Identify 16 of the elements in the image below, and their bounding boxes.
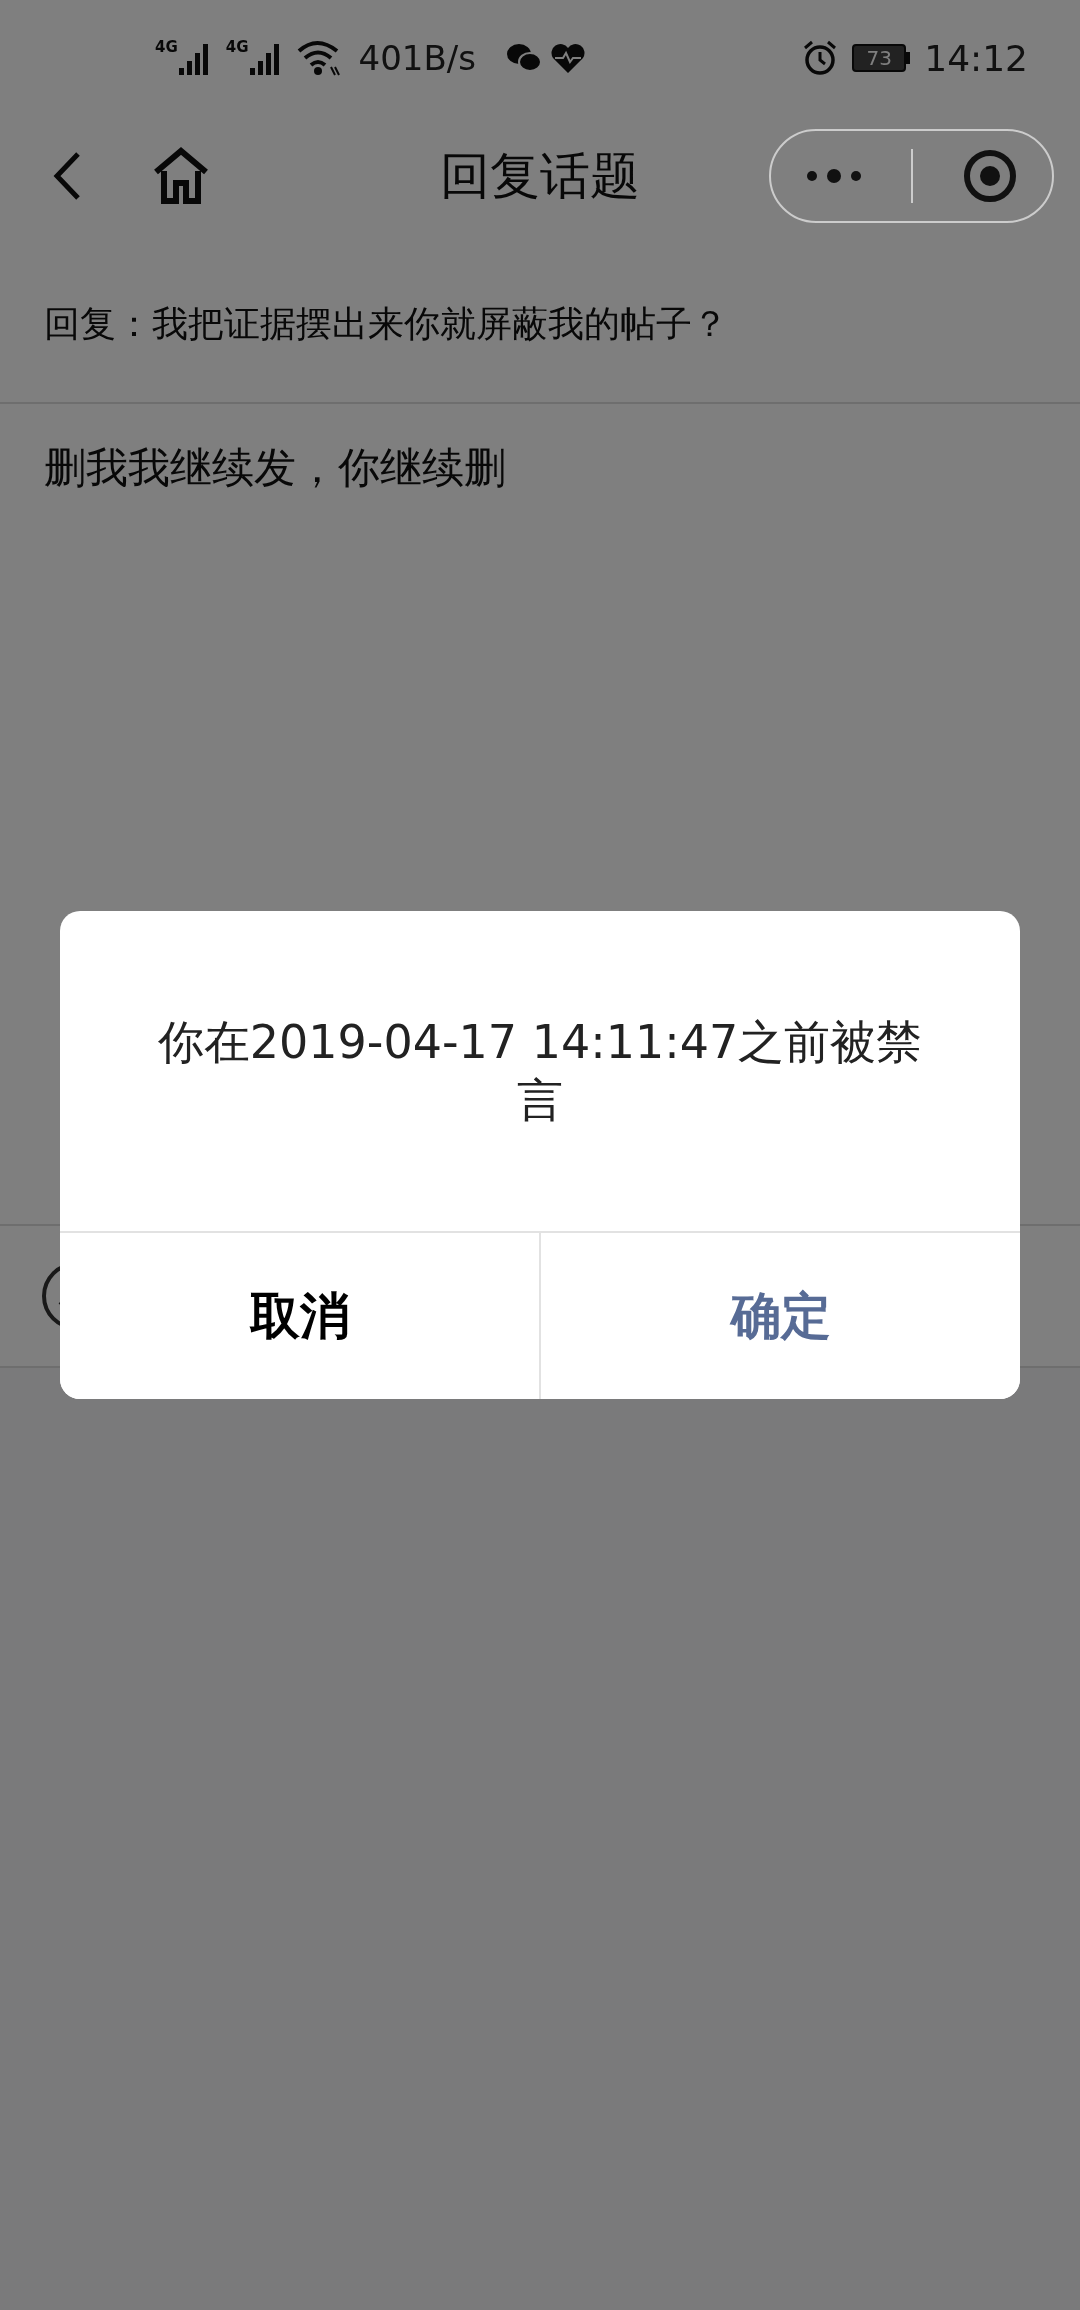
dialog-message: 你在2019-04-17 14:11:47之前被禁言 xyxy=(156,1014,924,1129)
reply-content[interactable]: 删我我继续发，你继续删 xyxy=(44,438,1036,498)
network-type-label: 4G xyxy=(225,40,249,55)
more-icon[interactable] xyxy=(805,168,862,184)
heart-icon xyxy=(549,42,586,74)
close-target-icon[interactable] xyxy=(963,149,1018,203)
home-icon[interactable] xyxy=(152,147,210,205)
network-type-label: 4G xyxy=(155,40,178,55)
confirm-button[interactable]: 确定 xyxy=(539,1233,1020,1399)
alarm-icon xyxy=(802,40,839,76)
network-speed: 401B/s xyxy=(358,38,476,78)
clock-time: 14:12 xyxy=(924,37,1028,79)
wifi-icon xyxy=(296,39,341,77)
page-title: 回复话题 xyxy=(440,145,640,207)
reply-to-text: 回复：我把证据摆出来你就屏蔽我的帖子？ xyxy=(0,290,1080,404)
back-icon[interactable] xyxy=(52,151,82,201)
